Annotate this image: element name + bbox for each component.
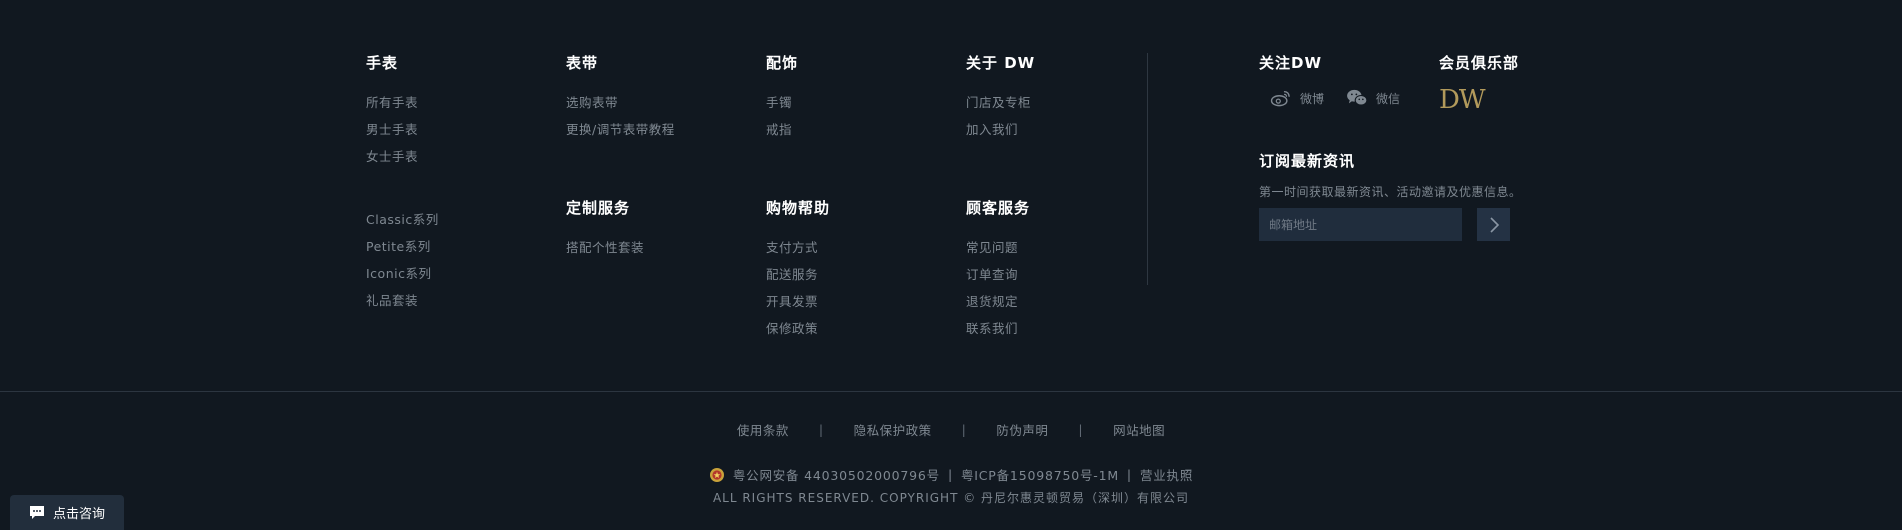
col-heading-about: 关于 DW xyxy=(966,54,1036,72)
wechat-link[interactable]: 微信 xyxy=(1346,89,1400,107)
separator: | xyxy=(1078,422,1084,437)
link-warranty[interactable]: 保修政策 xyxy=(766,315,830,342)
col-heading-service: 顾客服务 xyxy=(966,199,1031,217)
chat-icon xyxy=(29,506,44,519)
sitemap-link[interactable]: 网站地图 xyxy=(1113,420,1165,439)
follow-section: 关注DW 微博 微信 xyxy=(1259,52,1422,107)
business-license-link[interactable]: 营业执照 xyxy=(1140,465,1193,484)
col-heading-watches: 手表 xyxy=(366,54,399,72)
anti-counterfeit-link[interactable]: 防伪声明 xyxy=(996,420,1048,439)
follow-heading: 关注DW xyxy=(1259,54,1322,72)
link-returns[interactable]: 退货规定 xyxy=(966,288,1030,315)
link-delivery[interactable]: 配送服务 xyxy=(766,261,830,288)
separator: | xyxy=(1126,467,1132,482)
weibo-icon xyxy=(1270,90,1290,107)
wechat-label: 微信 xyxy=(1376,91,1401,106)
weibo-label: 微博 xyxy=(1300,91,1325,106)
link-all-watches[interactable]: 所有手表 xyxy=(366,89,439,116)
col-heading-straps: 表带 xyxy=(566,54,599,72)
footer-col-service: 顾客服务 常见问题 订单查询 退货规定 联系我们 xyxy=(966,197,1030,342)
link-gift-sets[interactable]: 礼品套装 xyxy=(366,287,439,314)
club-heading: 会员俱乐部 xyxy=(1439,54,1520,72)
link-strap-tutorial[interactable]: 更换/调节表带教程 xyxy=(566,116,675,143)
link-order-query[interactable]: 订单查询 xyxy=(966,261,1030,288)
link-mens-watches[interactable]: 男士手表 xyxy=(366,116,439,143)
subscribe-button[interactable] xyxy=(1477,208,1510,241)
club-section: 会员俱乐部 DW xyxy=(1439,52,1519,115)
link-bracelets[interactable]: 手镯 xyxy=(766,89,798,116)
separator: | xyxy=(818,422,824,437)
record-line: 粤公网安备 44030502000796号 | 粤ICP备15098750号-1… xyxy=(0,465,1902,484)
horizontal-divider xyxy=(0,391,1902,392)
terms-link[interactable]: 使用条款 xyxy=(737,420,789,439)
footer-col-straps: 表带 选购表带 更换/调节表带教程 xyxy=(566,52,675,143)
link-payment[interactable]: 支付方式 xyxy=(766,234,830,261)
subscribe-section: 订阅最新资讯 第一时间获取最新资讯、活动邀请及优惠信息。 xyxy=(1259,150,1522,241)
consult-label: 点击咨询 xyxy=(52,507,105,522)
footer-col-watches: 手表 所有手表 男士手表 女士手表 Classic系列 Petite系列 Ico… xyxy=(366,52,439,314)
link-stores[interactable]: 门店及专柜 xyxy=(966,89,1035,116)
link-contact[interactable]: 联系我们 xyxy=(966,315,1030,342)
link-classic-series[interactable]: Classic系列 xyxy=(366,206,439,233)
link-invoice[interactable]: 开具发票 xyxy=(766,288,830,315)
link-petite-series[interactable]: Petite系列 xyxy=(366,233,439,260)
privacy-link[interactable]: 隐私保护政策 xyxy=(854,420,932,439)
link-rings[interactable]: 戒指 xyxy=(766,116,798,143)
copyright-text: ALL RIGHTS RESERVED. COPYRIGHT © 丹尼尔惠灵顿贸… xyxy=(712,491,1190,505)
vertical-divider xyxy=(1147,53,1148,285)
consult-button[interactable]: 点击咨询 xyxy=(10,495,124,530)
wechat-icon xyxy=(1347,89,1368,106)
weibo-link[interactable]: 微博 xyxy=(1270,89,1324,107)
separator: | xyxy=(961,422,967,437)
link-careers[interactable]: 加入我们 xyxy=(966,116,1035,143)
footer-col-custom: 定制服务 搭配个性套装 xyxy=(566,197,644,261)
link-faq[interactable]: 常见问题 xyxy=(966,234,1030,261)
chevron-right-icon xyxy=(1489,216,1499,233)
subscribe-heading: 订阅最新资讯 xyxy=(1259,152,1356,170)
footer-col-shopping: 购物帮助 支付方式 配送服务 开具发票 保修政策 xyxy=(766,197,830,342)
email-input[interactable] xyxy=(1259,208,1462,241)
police-badge-icon xyxy=(709,468,724,482)
link-womens-watches[interactable]: 女士手表 xyxy=(366,143,439,170)
icp-record-link[interactable]: 粤ICP备15098750号-1M xyxy=(961,465,1119,484)
separator: | xyxy=(947,467,953,482)
link-iconic-series[interactable]: Iconic系列 xyxy=(366,260,439,287)
footer-col-about: 关于 DW 门店及专柜 加入我们 xyxy=(966,52,1035,143)
col-heading-shopping: 购物帮助 xyxy=(766,199,831,217)
footer-col-accessories: 配饰 手镯 戒指 xyxy=(766,52,798,143)
subscribe-desc: 第一时间获取最新资讯、活动邀请及优惠信息。 xyxy=(1259,185,1522,199)
col-heading-accessories: 配饰 xyxy=(766,54,799,72)
link-custom-set[interactable]: 搭配个性套装 xyxy=(566,234,644,261)
col-heading-custom: 定制服务 xyxy=(566,199,631,217)
legal-links: 使用条款 | 隐私保护政策 | 防伪声明 | 网站地图 xyxy=(0,420,1902,439)
link-shop-straps[interactable]: 选购表带 xyxy=(566,89,675,116)
dw-logo[interactable]: DW xyxy=(1439,85,1519,115)
police-record-link[interactable]: 粤公网安备 44030502000796号 xyxy=(733,465,940,484)
